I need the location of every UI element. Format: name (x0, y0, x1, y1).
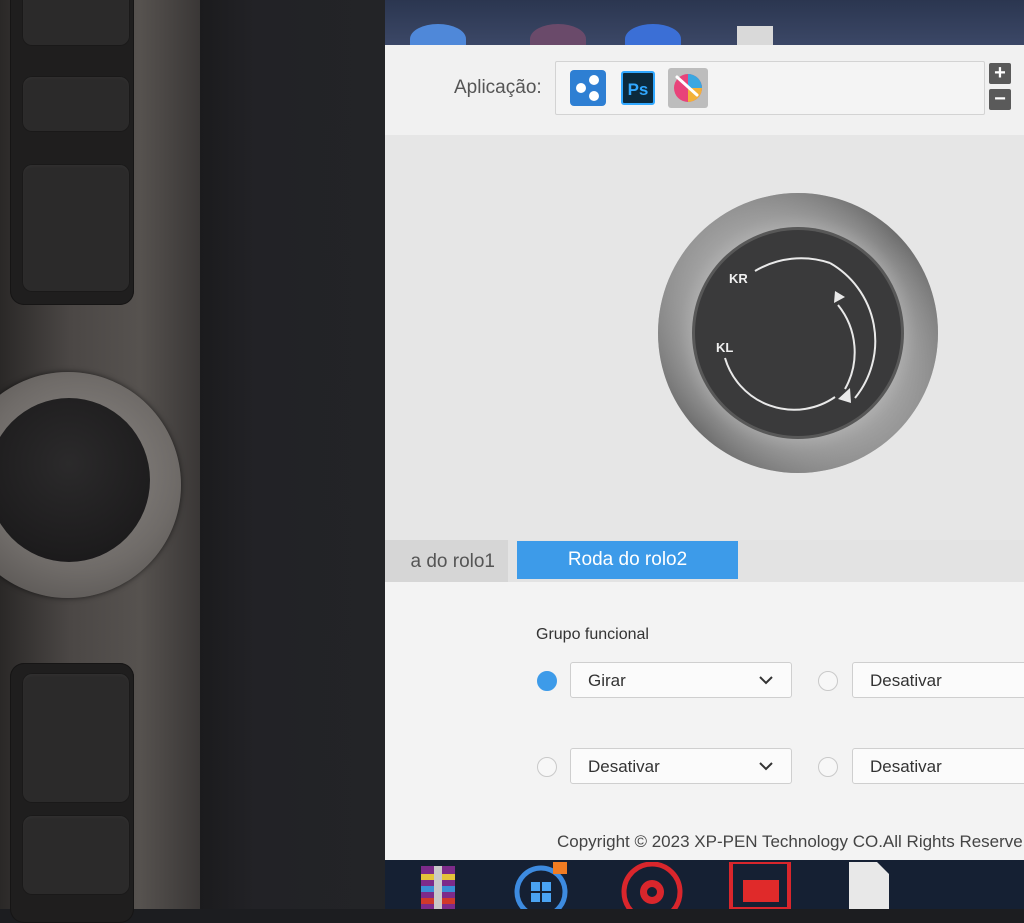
photoshop-icon[interactable]: Ps (618, 68, 658, 108)
tablet-dial-ring (0, 372, 181, 598)
application-list: Ps (555, 61, 985, 115)
function-radio-1[interactable] (537, 671, 557, 691)
document-icon[interactable] (843, 862, 891, 909)
function-select-3-value: Desativar (588, 757, 660, 776)
function-radio-2[interactable] (818, 671, 838, 691)
add-application-button[interactable]: + (989, 63, 1011, 84)
dial-preview: KR KL (658, 193, 938, 473)
function-select-4-value: Desativar (870, 757, 942, 776)
tablet-bezel (0, 0, 200, 923)
express-key-group-bottom (10, 663, 134, 923)
express-key (22, 164, 130, 292)
tablet-active-area (200, 0, 385, 909)
tab-dial-2[interactable]: Roda do rolo2 (517, 541, 738, 579)
windows-update-icon[interactable] (511, 862, 571, 909)
express-key-group-top (10, 0, 134, 305)
krita-icon[interactable] (668, 68, 708, 108)
dial-label-kr: KR (729, 271, 748, 286)
express-key (22, 673, 130, 803)
xp-pen-settings-window: Aplicação: Ps + − KR KL a do rolo1 Roda … (385, 45, 1024, 860)
tab-dial-1-label: a do rolo1 (410, 551, 495, 572)
chevron-down-icon (759, 676, 773, 685)
functional-group-panel: Grupo funcional Girar Desativar Desativa… (385, 582, 1024, 860)
function-select-2-value: Desativar (870, 671, 942, 690)
function-radio-3[interactable] (537, 757, 557, 777)
express-key (22, 815, 130, 895)
winrar-icon[interactable] (415, 862, 461, 909)
express-key (22, 0, 130, 46)
dial-preview-area: KR KL (385, 135, 1024, 540)
function-select-1-value: Girar (588, 671, 626, 690)
red-gear-app-icon[interactable] (619, 862, 685, 909)
express-key (22, 76, 130, 132)
remove-application-button[interactable]: − (989, 89, 1011, 110)
application-label: Aplicação: (454, 77, 542, 98)
tablet-dial-center (0, 398, 150, 562)
chevron-down-icon (759, 762, 773, 771)
functional-group-title: Grupo funcional (536, 626, 649, 643)
tab-dial-1[interactable]: a do rolo1 (385, 540, 508, 582)
function-select-2[interactable]: Desativar (852, 662, 1024, 698)
dial-label-kl: KL (716, 340, 733, 355)
function-select-1[interactable]: Girar (570, 662, 792, 698)
tablet-hardware (0, 0, 385, 923)
taskbar (385, 860, 1024, 909)
function-select-3[interactable]: Desativar (570, 748, 792, 784)
desktop-background (385, 0, 1024, 54)
red-window-app-icon[interactable] (727, 862, 793, 909)
copyright-text: Copyright © 2023 XP-PEN Technology CO.Al… (557, 832, 1023, 851)
desktop-icon (737, 26, 773, 45)
photoshop-icon-text: Ps (628, 80, 649, 99)
function-select-4[interactable]: Desativar (852, 748, 1024, 784)
application-bar: Aplicação: Ps + − (385, 45, 1024, 135)
default-app-icon[interactable] (568, 68, 608, 108)
dial-tabs: a do rolo1 Roda do rolo2 (385, 540, 1024, 582)
function-radio-4[interactable] (818, 757, 838, 777)
